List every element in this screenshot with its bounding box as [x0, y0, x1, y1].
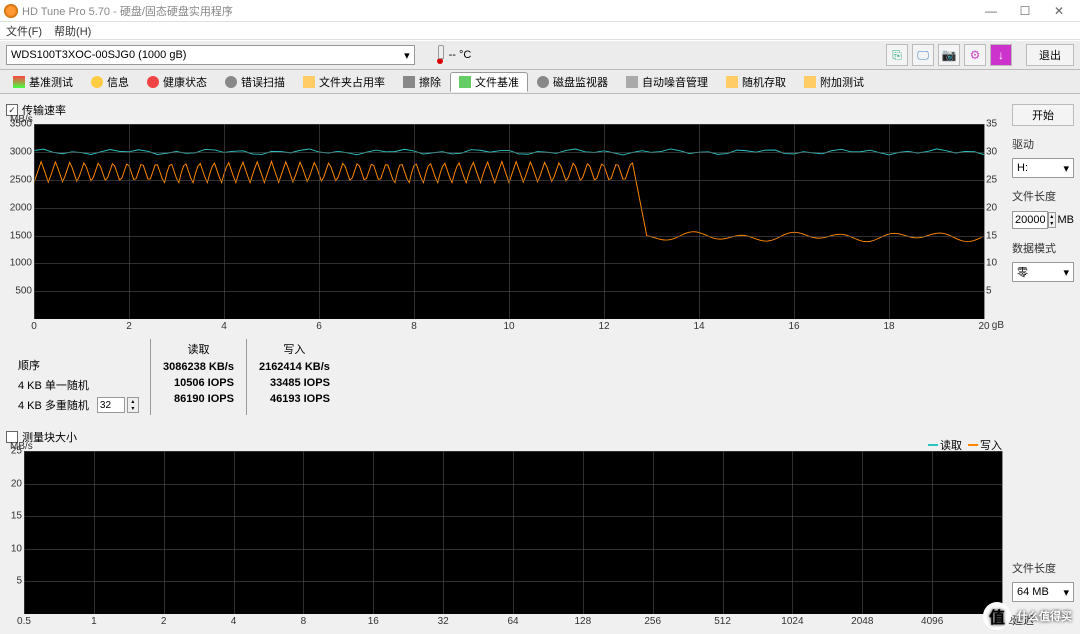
- row-4k-single-label: 4 KB 单一随机: [18, 377, 142, 393]
- row-sequential-label: 顺序: [18, 357, 142, 373]
- 4k-multi-write: 46193 IOPS: [259, 393, 330, 405]
- chart1: [34, 124, 984, 319]
- dropdown-icon: ▾: [1063, 162, 1069, 175]
- maximize-button[interactable]: ☐: [1008, 1, 1042, 21]
- results-table: 顺序 4 KB 单一随机 4 KB 多重随机 32 ▴▾ 读取 3086238 …: [6, 337, 1006, 417]
- tab-disk-monitor[interactable]: 磁盘监视器: [528, 72, 617, 92]
- dropdown-icon: ▾: [1063, 586, 1069, 599]
- tab-folder-usage[interactable]: 文件夹占用率: [294, 72, 394, 92]
- drive-letter-select[interactable]: H:▾: [1012, 158, 1074, 178]
- app-icon: [4, 4, 18, 18]
- 4k-multi-read: 86190 IOPS: [163, 393, 234, 405]
- screenshot-button[interactable]: 🖵: [912, 44, 934, 66]
- menu-file[interactable]: 文件(F): [6, 23, 42, 39]
- tab-health[interactable]: 健康状态: [138, 72, 216, 92]
- minimize-button[interactable]: —: [974, 1, 1008, 21]
- queue-depth-input[interactable]: 32: [97, 397, 125, 413]
- options-button[interactable]: ⚙: [964, 44, 986, 66]
- monitor-icon: [537, 76, 549, 88]
- tab-aam[interactable]: 自动噪音管理: [617, 72, 717, 92]
- file-length2-select[interactable]: 64 MB▾: [1012, 582, 1074, 602]
- start-button[interactable]: 开始: [1012, 104, 1074, 126]
- dropdown-icon: ▾: [404, 49, 410, 62]
- pattern-select[interactable]: 零▾: [1012, 262, 1074, 282]
- dropdown-icon: ▾: [1063, 266, 1069, 279]
- folder-icon: [303, 76, 315, 88]
- file-length-spinner[interactable]: ▴▾: [1048, 212, 1056, 228]
- random-icon: [726, 76, 738, 88]
- menubar: 文件(F) 帮助(H): [0, 22, 1080, 40]
- gauge-icon: [13, 76, 25, 88]
- tab-file-benchmark[interactable]: 文件基准: [450, 72, 528, 92]
- side-panel: 开始 驱动 H:▾ 文件长度 ▴▾ MB 数据模式 零▾ 文件长度 64 MB▾…: [1012, 100, 1074, 628]
- extra-icon: [804, 76, 816, 88]
- tab-erase[interactable]: 擦除: [394, 72, 450, 92]
- menu-help[interactable]: 帮助(H): [54, 23, 91, 39]
- tab-random-access[interactable]: 随机存取: [717, 72, 795, 92]
- delay-label: 延迟: [1012, 612, 1074, 628]
- file-length2-label: 文件长度: [1012, 560, 1074, 576]
- read-header: 读取: [163, 341, 234, 357]
- window-title: HD Tune Pro 5.70 - 硬盘/固态硬盘实用程序: [22, 3, 974, 19]
- write-header: 写入: [259, 341, 330, 357]
- speaker-icon: [626, 76, 638, 88]
- info-icon: [91, 76, 103, 88]
- chart1-area: MB/s gB 50051000101500152000202500253000…: [34, 124, 984, 319]
- tabbar: 基准测试 信息 健康状态 错误扫描 文件夹占用率 擦除 文件基准 磁盘监视器 自…: [0, 70, 1080, 94]
- copy-info-button[interactable]: ⎘: [886, 44, 908, 66]
- queue-depth-spinner[interactable]: ▴▾: [127, 397, 139, 413]
- heart-icon: [147, 76, 159, 88]
- magnify-icon: [225, 76, 237, 88]
- 4k-single-write: 33485 IOPS: [259, 377, 330, 389]
- pattern-label: 数据模式: [1012, 240, 1074, 256]
- drive-label: 驱动: [1012, 136, 1074, 152]
- temp-value: -- °C: [449, 49, 472, 61]
- drive-select[interactable]: WDS100T3XOC-00SJG0 (1000 gB) ▾: [6, 45, 415, 65]
- file-length-input-row: ▴▾ MB: [1012, 210, 1074, 230]
- file-length-input[interactable]: [1012, 211, 1048, 229]
- tab-extra-tests[interactable]: 附加测试: [795, 72, 873, 92]
- tab-error-scan[interactable]: 错误扫描: [216, 72, 294, 92]
- chart1-header: ✓ 传输速率: [6, 100, 1006, 120]
- titlebar: HD Tune Pro 5.70 - 硬盘/固态硬盘实用程序 — ☐ ✕: [0, 0, 1080, 22]
- close-button[interactable]: ✕: [1042, 1, 1076, 21]
- 4k-single-read: 10506 IOPS: [163, 377, 234, 389]
- drive-select-value: WDS100T3XOC-00SJG0 (1000 gB): [11, 49, 186, 61]
- seq-read: 3086238 KB/s: [163, 361, 234, 373]
- tab-benchmark[interactable]: 基准测试: [4, 72, 82, 92]
- erase-icon: [403, 76, 415, 88]
- chart2-header: 测量块大小: [6, 427, 1006, 447]
- camera-button[interactable]: 📷: [938, 44, 960, 66]
- chart2: [24, 451, 1002, 614]
- file-length-label: 文件长度: [1012, 188, 1074, 204]
- exit-button[interactable]: 退出: [1026, 44, 1074, 66]
- row-4k-multi-label: 4 KB 多重随机: [18, 397, 89, 413]
- file-icon: [459, 76, 471, 88]
- chart2-area: MB/s 读取 写入 5101520250.512481632641282565…: [24, 451, 1002, 614]
- save-button[interactable]: ↓: [990, 44, 1012, 66]
- tab-info[interactable]: 信息: [82, 72, 138, 92]
- toolbar: WDS100T3XOC-00SJG0 (1000 gB) ▾ -- °C ⎘ 🖵…: [0, 40, 1080, 70]
- temperature: -- °C: [435, 46, 472, 64]
- thermometer-icon: [435, 46, 445, 64]
- seq-write: 2162414 KB/s: [259, 361, 330, 373]
